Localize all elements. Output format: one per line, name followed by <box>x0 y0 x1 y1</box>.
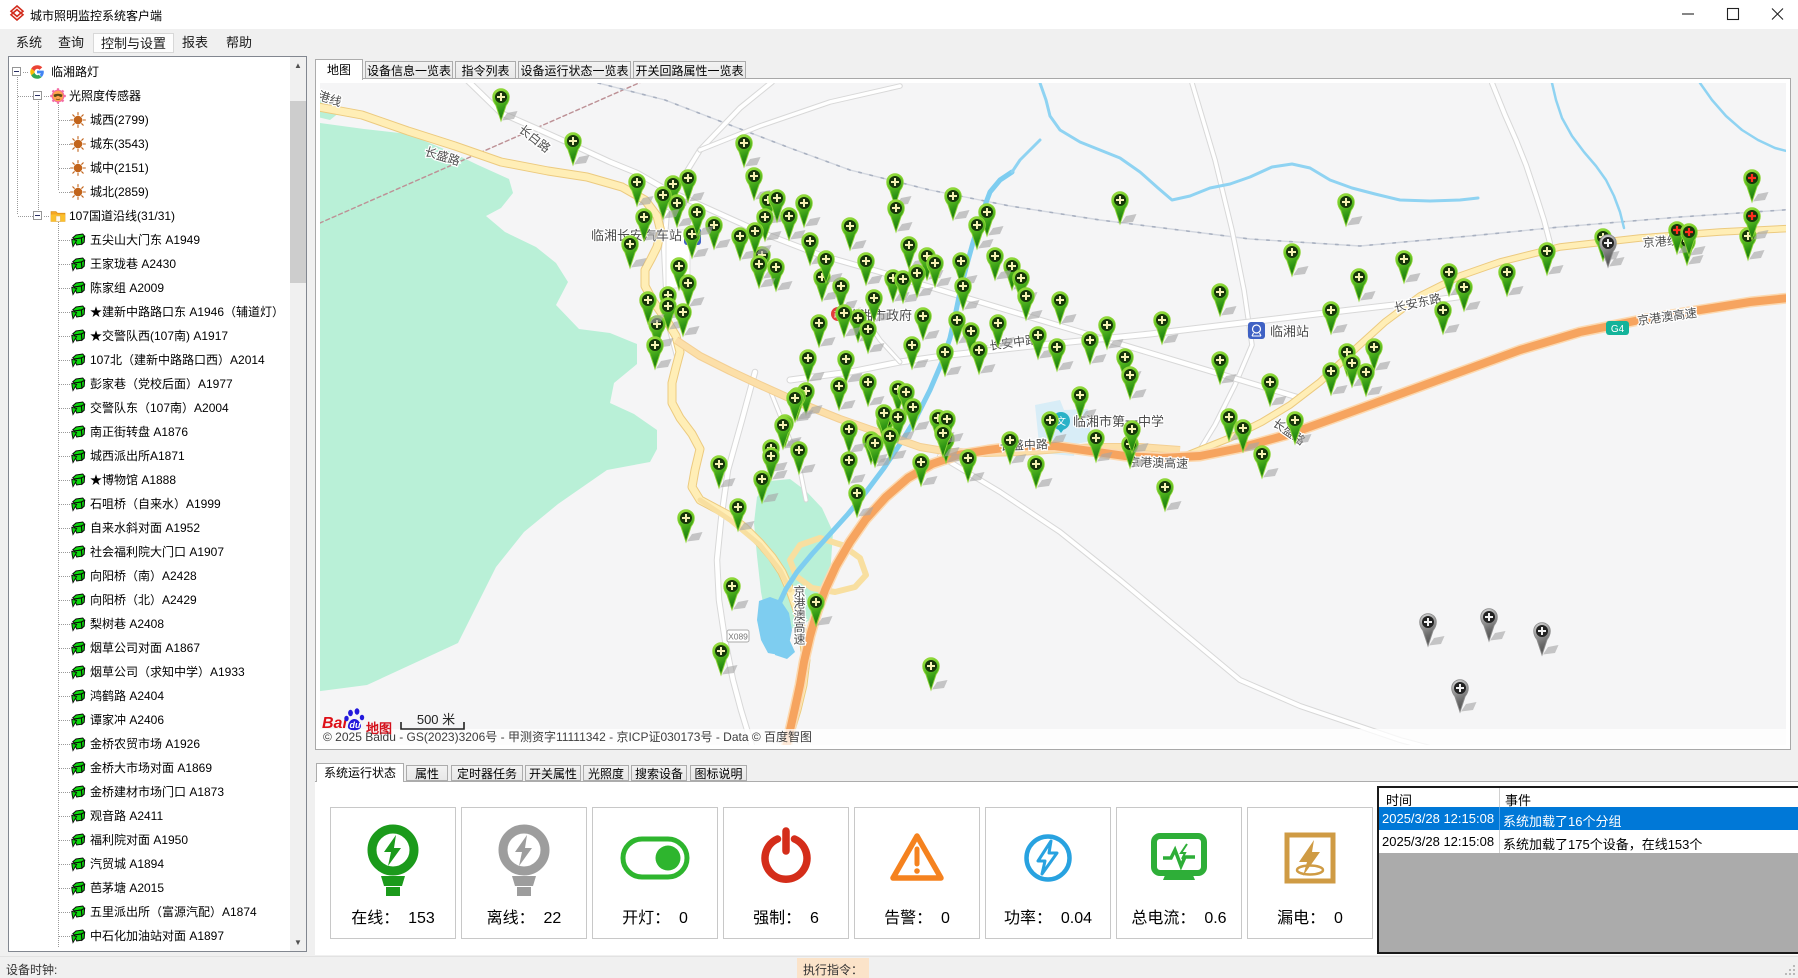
svg-text:临湘站: 临湘站 <box>1270 324 1309 339</box>
svg-text:X089: X089 <box>728 632 748 642</box>
svg-text:京港澳高速: 京港澳高速 <box>792 585 806 645</box>
svg-text:G4: G4 <box>1611 324 1625 335</box>
